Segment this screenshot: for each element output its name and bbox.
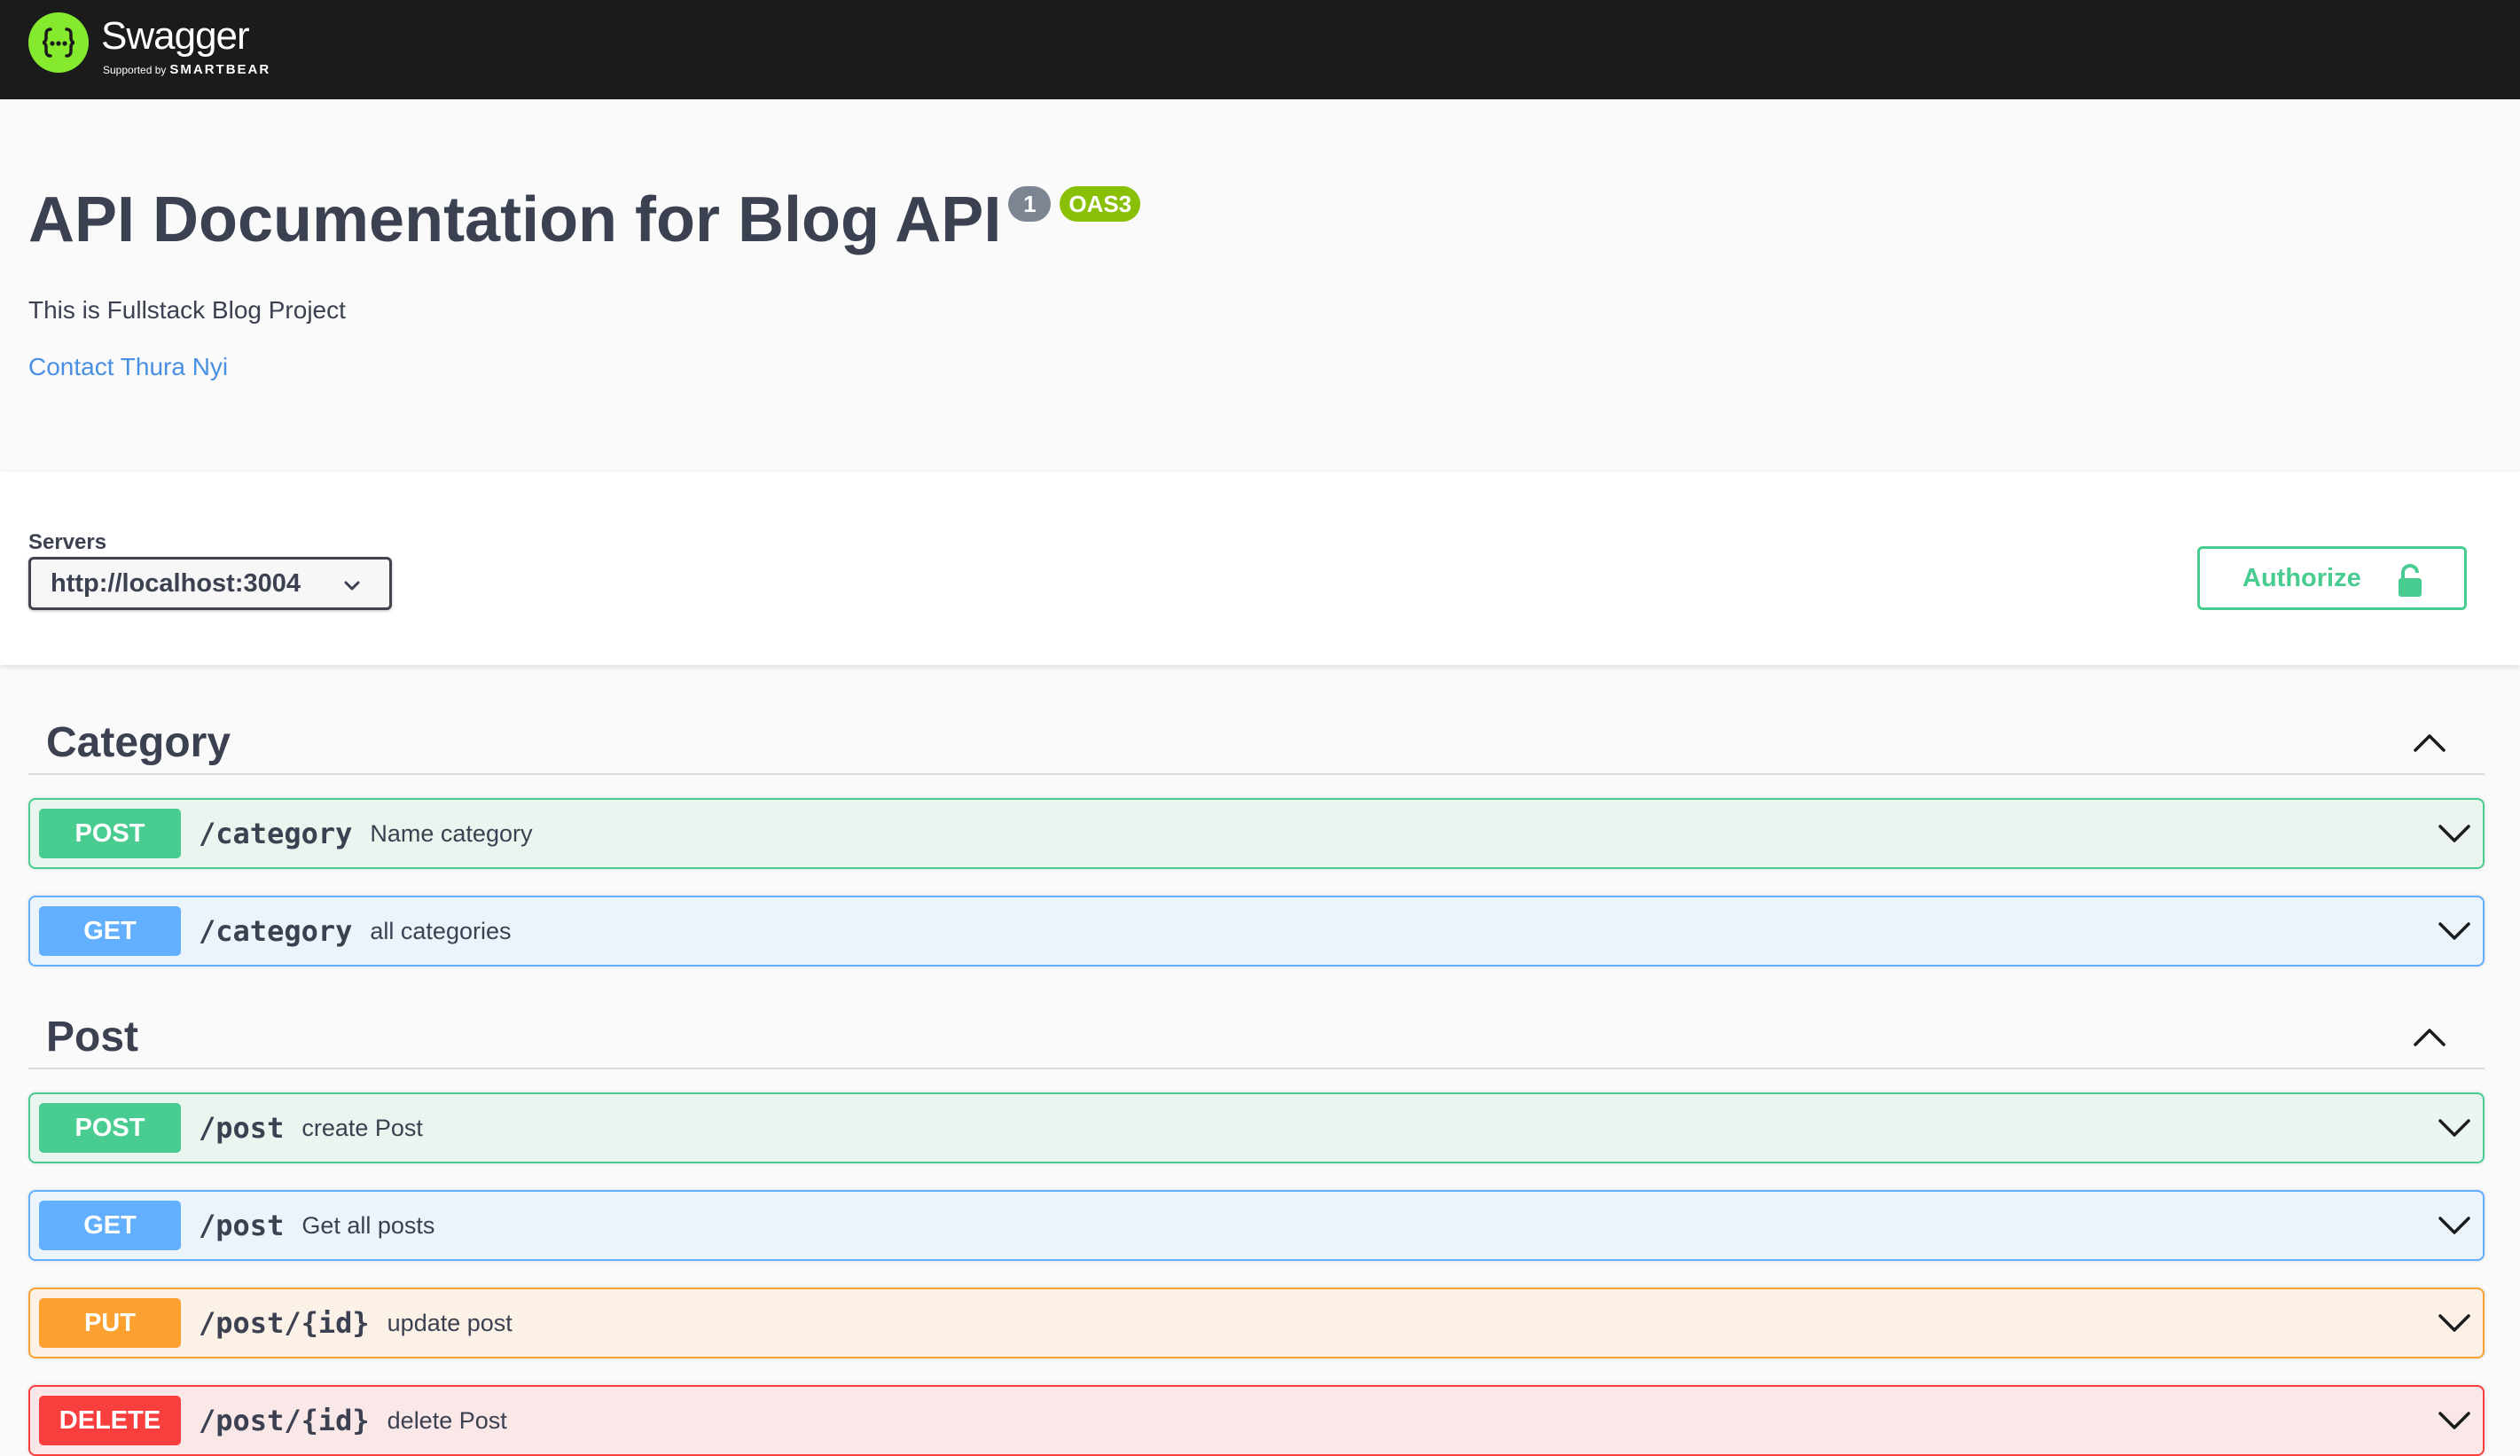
operation-summary: delete Post	[387, 1406, 507, 1434]
logo-name: Swagger	[101, 14, 250, 58]
schemes-container: Servers http://localhost:3004 Authorize	[0, 472, 2520, 665]
operation-summary: update post	[387, 1309, 513, 1336]
operation-get-category[interactable]: GET /category all categories	[28, 896, 2485, 967]
contact-link[interactable]: Contact Thura Nyi	[28, 353, 228, 381]
logo-supported-by: Supported by	[103, 64, 167, 76]
operation-delete-post[interactable]: DELETE /post/{id} delete Post	[28, 1385, 2485, 1456]
operation-get-post[interactable]: GET /post Get all posts	[28, 1190, 2485, 1261]
lock-icon	[2397, 563, 2423, 606]
swagger-logo[interactable]: Swagger Supported by SMARTBEAR	[28, 11, 296, 77]
method-badge: POST	[39, 1103, 181, 1153]
operation-put-post[interactable]: PUT /post/{id} update post	[28, 1288, 2485, 1358]
operation-post-category[interactable]: POST /category Name category	[28, 798, 2485, 869]
version-badge: 1	[1008, 186, 1052, 222]
operation-summary: create Post	[301, 1114, 423, 1141]
chevron-down-icon	[341, 574, 363, 603]
method-badge: GET	[39, 1201, 181, 1250]
logo-subtitle: Supported by SMARTBEAR	[103, 62, 270, 77]
method-badge: PUT	[39, 1298, 181, 1348]
logo-brand: SMARTBEAR	[169, 62, 271, 77]
chevron-down-icon[interactable]	[2437, 818, 2472, 854]
operation-path: /category	[199, 817, 353, 850]
operation-path: /category	[199, 914, 353, 948]
operation-path: /post/{id}	[199, 1306, 370, 1340]
servers-select[interactable]: http://localhost:3004	[28, 557, 392, 610]
chevron-down-icon[interactable]	[2437, 1209, 2472, 1246]
page-title: API Documentation for Blog API	[28, 184, 1002, 255]
title-row: API Documentation for Blog API 1 OAS3	[28, 184, 1141, 255]
authorize-button[interactable]: Authorize	[2197, 546, 2467, 610]
topbar: Swagger Supported by SMARTBEAR	[0, 0, 2520, 99]
tag-name: Category	[46, 718, 231, 766]
tag-name: Post	[46, 1013, 139, 1061]
chevron-up-icon[interactable]	[2412, 729, 2447, 760]
operation-path: /post	[199, 1111, 285, 1145]
chevron-down-icon[interactable]	[2437, 915, 2472, 951]
servers-label: Servers	[28, 530, 107, 554]
tag-header-post[interactable]: Post	[28, 1006, 2485, 1069]
swagger-braces-icon	[28, 12, 89, 73]
method-badge: POST	[39, 809, 181, 858]
method-badge: GET	[39, 906, 181, 956]
operation-post-post[interactable]: POST /post create Post	[28, 1092, 2485, 1163]
chevron-down-icon[interactable]	[2437, 1112, 2472, 1148]
operation-path: /post/{id}	[199, 1404, 370, 1437]
authorize-label: Authorize	[2242, 563, 2361, 592]
operation-path: /post	[199, 1209, 285, 1242]
operation-summary: Get all posts	[301, 1211, 435, 1239]
operation-summary: all categories	[370, 917, 512, 944]
chevron-up-icon[interactable]	[2412, 1023, 2447, 1054]
api-description: This is Fullstack Blog Project	[28, 296, 346, 324]
logo-text: Swagger Supported by SMARTBEAR	[101, 11, 296, 77]
oas-badge: OAS3	[1060, 186, 1141, 222]
operation-summary: Name category	[370, 819, 533, 847]
selected-server: http://localhost:3004	[51, 568, 301, 598]
chevron-down-icon[interactable]	[2437, 1405, 2472, 1441]
tag-header-category[interactable]: Category	[28, 711, 2485, 775]
info-section: API Documentation for Blog API 1 OAS3 Th…	[0, 99, 2520, 472]
chevron-down-icon[interactable]	[2437, 1307, 2472, 1343]
